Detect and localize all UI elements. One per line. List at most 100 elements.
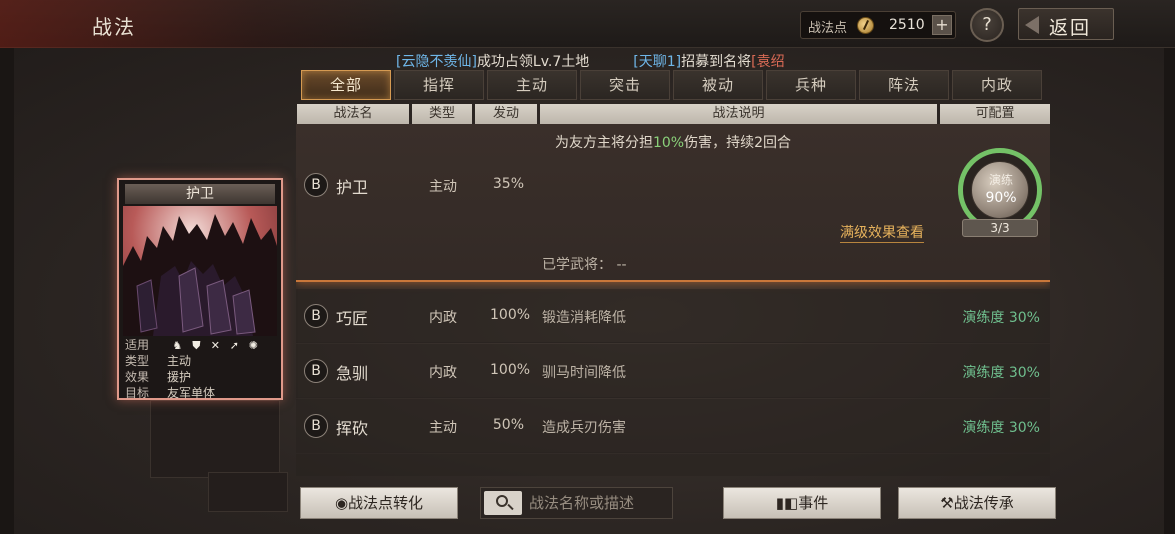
tactic-points-value: 2510 — [889, 17, 925, 33]
tactic-points-box: 战法点 2510 + — [800, 11, 956, 39]
hammer-icon: ⚒ — [940, 494, 954, 512]
convert-points-button[interactable]: ◉战法点转化 — [300, 487, 458, 519]
tactic-row[interactable]: B 巧匠 内政 100% 锻造消耗降低 演练度 30% — [296, 289, 1050, 343]
tactic-card[interactable]: 护卫 适用 ♞ ⛊ ✕ ➚ ✺ 类型 主动 效果 援护 目标 友军单体 — [117, 178, 283, 400]
add-points-button[interactable]: + — [932, 15, 952, 35]
tactic-trigger-rate: 50% — [492, 417, 524, 433]
practice-orb[interactable]: 演练 90% — [971, 161, 1029, 219]
grade-badge: B — [304, 414, 328, 438]
guards-silhouette-image — [123, 214, 277, 336]
search-input[interactable] — [529, 493, 669, 513]
practice-degree: 演练度 30% — [962, 365, 1040, 381]
card-applicable-row: 适用 ♞ ⛊ ✕ ➚ ✺ — [125, 336, 279, 352]
tab-passive[interactable]: 被动 — [673, 70, 763, 100]
practice-degree: 演练度 30% — [962, 420, 1040, 436]
practice-orb-value: 90% — [985, 190, 1017, 206]
tactic-name: 急驯 — [336, 364, 369, 383]
grade-badge: B — [304, 173, 328, 197]
shield-icon: ⛊ — [192, 338, 201, 352]
column-header-configurable[interactable]: 可配置 — [940, 104, 1050, 124]
stacked-card-back — [208, 472, 288, 512]
back-arrow-icon — [1025, 16, 1039, 34]
card-type-row: 类型 主动 — [125, 352, 279, 368]
wheel-icon: ✺ — [248, 338, 258, 352]
tactic-description-percent: 10% — [652, 135, 685, 151]
tactic-row[interactable]: B 急驯 内政 100% 驯马时间降低 演练度 30% — [296, 344, 1050, 398]
card-effect-row: 效果 援护 — [125, 368, 279, 384]
learned-generals: 已学武将： -- — [542, 257, 627, 273]
tactic-type: 主动 — [429, 420, 457, 436]
card-title: 护卫 — [125, 184, 275, 204]
page-title: 战法 — [92, 15, 136, 39]
tactic-description: 锻造消耗降低 — [542, 310, 626, 326]
tactic-description: 驯马时间降低 — [542, 365, 626, 381]
tactic-name: 护卫 — [336, 178, 369, 197]
tab-command[interactable]: 指挥 — [394, 70, 484, 100]
card-type-key: 类型 — [125, 354, 150, 368]
event-button-label: 事件 — [798, 494, 829, 512]
tab-all[interactable]: 全部 — [301, 70, 391, 100]
tactic-name: 挥砍 — [336, 419, 369, 438]
category-tabs: 全部 指挥 主动 突击 被动 兵种 阵法 内政 — [301, 70, 1045, 100]
card-applicable-key: 适用 — [125, 338, 150, 352]
card-target-row: 目标 友军单体 — [125, 384, 279, 400]
tactic-description: 造成兵刃伤害 — [542, 420, 626, 436]
search-icon — [496, 495, 508, 507]
column-header-type[interactable]: 类型 — [412, 104, 472, 124]
help-button[interactable]: ? — [970, 8, 1004, 42]
tactic-trigger-rate: 100% — [490, 362, 531, 378]
event-icon: ▮◧ — [775, 494, 799, 512]
tactic-row-partial[interactable] — [296, 454, 1050, 476]
tactic-type: 内政 — [429, 365, 457, 381]
ticker-general-name: [袁绍 — [751, 54, 785, 70]
practice-count: 3/3 — [962, 219, 1038, 237]
tactic-points-label: 战法点 — [808, 21, 848, 36]
tactic-inherit-button[interactable]: ⚒战法传承 — [898, 487, 1056, 519]
tab-formation[interactable]: 阵法 — [859, 70, 949, 100]
convert-points-label: 战法点转化 — [348, 494, 424, 512]
practice-degree: 演练度 30% — [962, 310, 1040, 326]
back-button[interactable]: 返回 — [1018, 8, 1114, 40]
practice-orb-label: 演练 — [988, 173, 1013, 187]
grade-badge: B — [304, 359, 328, 383]
tab-assault[interactable]: 突击 — [580, 70, 670, 100]
card-target-key: 目标 — [125, 386, 150, 400]
bow-icon: ✕ — [210, 338, 220, 352]
tactic-name: 巧匠 — [336, 309, 369, 328]
tactic-points-icon — [857, 17, 874, 34]
cavalry-icon: ♞ — [172, 338, 183, 352]
spear-icon: ➚ — [229, 338, 239, 352]
max-level-effect-link[interactable]: 满级效果查看 — [840, 222, 924, 243]
ticker-player-tag: [天聊1] — [633, 54, 682, 70]
tab-internal[interactable]: 内政 — [952, 70, 1042, 100]
back-button-label: 返回 — [1049, 17, 1092, 39]
tactic-type: 内政 — [429, 310, 457, 326]
tactic-trigger-rate: 100% — [490, 307, 531, 323]
column-header-trigger[interactable]: 发动 — [475, 104, 537, 124]
card-target-value: 友军单体 — [167, 386, 216, 400]
card-effect-value: 援护 — [167, 370, 192, 384]
ticker-alliance-tag: [云隐不羡仙] — [396, 54, 477, 70]
ticker-message-1: 成功占领Lv.7土地 — [476, 54, 590, 70]
tactic-type: 主动 — [429, 179, 457, 195]
tactic-description: 为友方主将分担10%伤害，持续2回合 — [554, 135, 792, 151]
stacked-card-back — [150, 400, 280, 478]
tactics-list[interactable]: 为友方主将分担10%伤害，持续2回合 B 护卫 主动 35% 满级效果查看 已学… — [296, 124, 1050, 476]
column-header-name[interactable]: 战法名 — [297, 104, 409, 124]
title-glow — [0, 0, 430, 48]
column-header-description: 战法说明 — [540, 104, 937, 124]
tab-active[interactable]: 主动 — [487, 70, 577, 100]
card-info: 适用 ♞ ⛊ ✕ ➚ ✺ 类型 主动 效果 援护 目标 友军单体 — [125, 336, 279, 400]
search-box[interactable] — [480, 487, 673, 519]
tab-troop[interactable]: 兵种 — [766, 70, 856, 100]
card-type-value: 主动 — [167, 354, 192, 368]
convert-icon: ◉ — [334, 494, 349, 512]
tactic-trigger-rate: 35% — [492, 176, 524, 192]
search-button[interactable] — [484, 491, 522, 515]
event-button[interactable]: ▮◧事件 — [723, 487, 881, 519]
tactic-inherit-label: 战法传承 — [953, 494, 1014, 512]
tactic-row[interactable]: B 挥砍 主动 50% 造成兵刃伤害 演练度 30% — [296, 399, 1050, 453]
tactic-row-selected[interactable]: 为友方主将分担10%伤害，持续2回合 B 护卫 主动 35% 满级效果查看 已学… — [296, 124, 1050, 282]
card-artwork — [123, 206, 277, 336]
news-ticker: [云隐不羡仙]成功占领Lv.7土地 [天聊1]招募到名将[袁绍 — [396, 51, 785, 71]
